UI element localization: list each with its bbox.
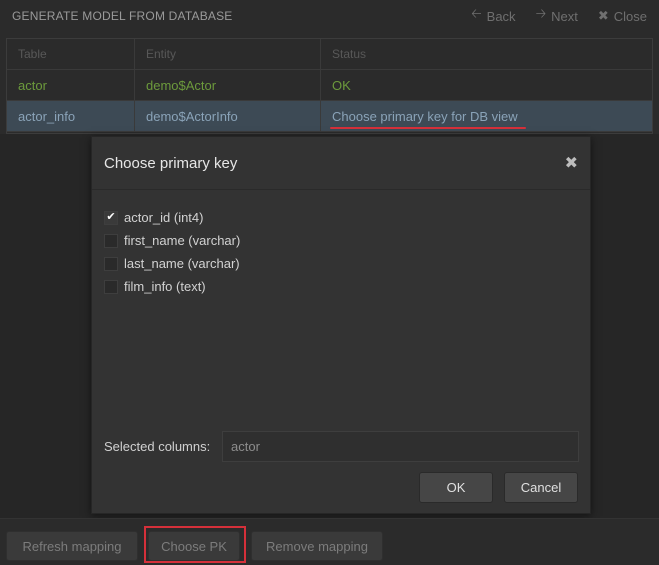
mapping-table: Table Entity Status actor demo$Actor OK … bbox=[6, 38, 653, 134]
entity-cell: demo$Actor bbox=[135, 70, 321, 100]
column-header-table[interactable]: Table bbox=[7, 39, 135, 69]
next-button[interactable]: 🡢 Next bbox=[536, 5, 578, 27]
close-button[interactable]: ✖ Close bbox=[598, 5, 647, 27]
table-row-selected[interactable]: actor_info demo$ActorInfo Choose primary… bbox=[7, 101, 652, 132]
dialog-header: Choose primary key ✖ bbox=[92, 137, 590, 190]
back-arrow-icon: 🡠 bbox=[471, 6, 482, 21]
checkbox-box[interactable] bbox=[104, 279, 118, 294]
close-icon: ✖ bbox=[597, 8, 609, 23]
back-label: Back bbox=[486, 8, 516, 24]
column-header-entity[interactable]: Entity bbox=[135, 39, 321, 69]
status-cell: OK bbox=[332, 77, 351, 93]
remove-mapping-button[interactable]: Remove mapping bbox=[251, 531, 383, 561]
selected-columns-row: Selected columns: bbox=[104, 431, 579, 462]
cancel-button[interactable]: Cancel bbox=[504, 472, 578, 503]
choose-pk-dialog: Choose primary key ✖ ✔ actor_id (int4) f… bbox=[91, 136, 591, 514]
table-row[interactable]: actor demo$Actor OK bbox=[7, 70, 652, 101]
checkbox-last-name[interactable]: last_name (varchar) bbox=[104, 252, 578, 275]
close-label: Close bbox=[613, 8, 647, 24]
checkbox-first-name[interactable]: first_name (varchar) bbox=[104, 229, 578, 252]
checkbox-box[interactable] bbox=[104, 256, 118, 271]
selected-columns-field[interactable] bbox=[222, 431, 579, 462]
table-cell: actor bbox=[7, 70, 135, 100]
column-header-status[interactable]: Status bbox=[321, 39, 652, 69]
bottom-toolbar: Refresh mapping Choose PK Remove mapping bbox=[0, 518, 659, 565]
checkbox-label: first_name (varchar) bbox=[124, 233, 241, 248]
checkbox-label: actor_id (int4) bbox=[124, 210, 204, 225]
checkmark-icon[interactable]: ✔ bbox=[104, 210, 118, 225]
title-bar: GENERATE MODEL FROM DATABASE 🡠 Back 🡢 Ne… bbox=[0, 0, 659, 32]
status-text: Choose primary key for DB view bbox=[330, 108, 526, 129]
choose-pk-highlight bbox=[144, 526, 246, 563]
dialog-title: Choose primary key bbox=[104, 154, 238, 172]
next-label: Next bbox=[551, 8, 578, 24]
selected-columns-label: Selected columns: bbox=[104, 439, 211, 454]
wizard-nav: 🡠 Back 🡢 Next ✖ Close bbox=[471, 5, 647, 27]
column-checklist: ✔ actor_id (int4) first_name (varchar) l… bbox=[92, 190, 590, 298]
entity-cell: demo$ActorInfo bbox=[135, 101, 321, 131]
dialog-buttons: OK Cancel bbox=[419, 472, 578, 503]
checkbox-actor-id[interactable]: ✔ actor_id (int4) bbox=[104, 206, 578, 229]
checkbox-label: film_info (text) bbox=[124, 279, 206, 294]
status-cell: Choose primary key for DB view bbox=[321, 101, 652, 131]
table-cell: actor_info bbox=[7, 101, 135, 131]
back-button[interactable]: 🡠 Back bbox=[471, 5, 515, 27]
dialog-close-icon[interactable]: ✖ bbox=[565, 153, 578, 173]
checkbox-film-info[interactable]: film_info (text) bbox=[104, 275, 578, 298]
ok-button[interactable]: OK bbox=[419, 472, 493, 503]
table-header: Table Entity Status bbox=[7, 39, 652, 70]
checkbox-box[interactable] bbox=[104, 233, 118, 248]
refresh-mapping-button[interactable]: Refresh mapping bbox=[6, 531, 138, 561]
page-title: GENERATE MODEL FROM DATABASE bbox=[12, 9, 233, 23]
next-arrow-icon: 🡢 bbox=[535, 6, 547, 21]
checkbox-label: last_name (varchar) bbox=[124, 256, 240, 271]
